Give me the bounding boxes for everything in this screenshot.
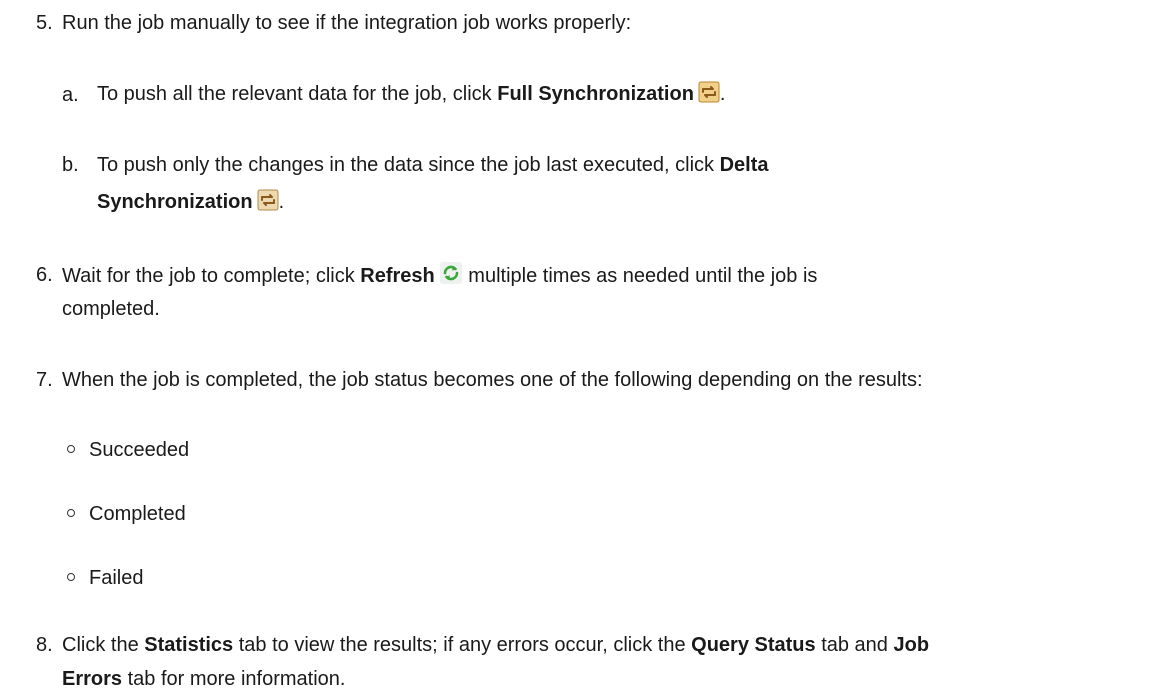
bullet-circle [67,445,75,453]
synchronization-label: Synchronization [97,191,253,213]
statistics-tab-label: Statistics [144,634,234,656]
bullet-circle [67,509,75,517]
step-8-post: tab for more information. [122,668,346,690]
errors-label: Errors [62,668,123,690]
step-5a-pre: To push all the relevant data for the jo… [97,83,498,105]
step-8-mid1: tab to view the results; if any errors o… [233,634,692,656]
step-5b-text: To push only the changes in the data sin… [97,153,769,177]
job-label: Job [893,634,930,656]
step-5a-text: To push all the relevant data for the jo… [97,81,725,106]
step-6-post: multiple times as needed until the job i… [462,265,818,287]
full-synchronization-icon [698,81,720,103]
step-6-pre: Wait for the job to complete; click [62,265,361,287]
query-status-tab-label: Query Status [691,634,816,656]
step-5a-post: . [719,83,726,105]
step-8-number: 8. [36,634,53,656]
status-succeeded: Succeeded [89,439,190,461]
refresh-label: Refresh [360,265,435,287]
step-5a-letter: a. [62,84,79,106]
step-6-number: 6. [36,264,53,286]
full-synchronization-label: Full Synchronization [497,83,694,105]
step-8-pre: Click the [62,634,145,656]
step-8-text: Click the Statistics tab to view the res… [62,633,929,657]
step-8-text-cont: Errors tab for more information. [62,667,345,691]
step-5b-post: . [278,191,285,213]
refresh-icon [439,261,463,285]
step-5-text: Run the job manually to see if the integ… [62,12,632,34]
status-completed: Completed [89,503,186,525]
step-5b-text-cont: Synchronization . [97,189,284,214]
step-8-mid2: tab and [815,634,894,656]
step-6-text: Wait for the job to complete; click Refr… [62,261,817,288]
step-5-number: 5. [36,12,53,34]
delta-synchronization-icon [257,189,279,211]
status-failed: Failed [89,567,144,589]
step-7-number: 7. [36,369,53,391]
bullet-circle [67,573,75,581]
step-5b-letter: b. [62,154,79,176]
step-6-text-cont: completed. [62,298,160,320]
step-5b-pre: To push only the changes in the data sin… [97,154,720,176]
step-7-text: When the job is completed, the job statu… [62,369,923,391]
delta-label: Delta [719,154,769,176]
